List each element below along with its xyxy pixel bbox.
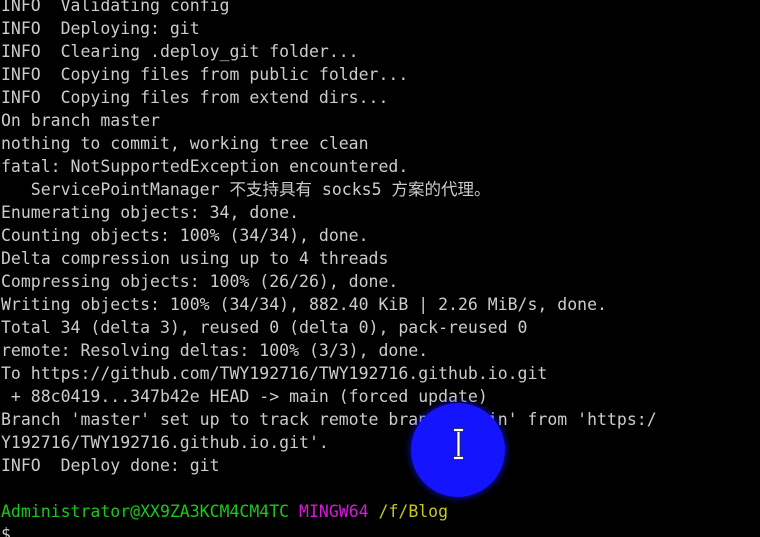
- terminal-line: Counting objects: 100% (34/34), done.: [1, 226, 369, 245]
- prompt-user-host: Administrator@XX9ZA3KCM4CM4TC: [1, 502, 290, 521]
- terminal-line: + 88c0419...347b42e HEAD -> main (forced…: [1, 387, 488, 406]
- terminal-line: INFO Clearing .deploy_git folder...: [1, 42, 359, 61]
- prompt-shell-name: MINGW64: [299, 502, 369, 521]
- prompt-working-directory: /f/Blog: [378, 502, 449, 521]
- terminal-line: Compressing objects: 100% (26/26), done.: [1, 272, 399, 291]
- terminal-line: fatal: NotSupportedException encountered…: [1, 157, 409, 176]
- terminal-line: On branch master: [1, 111, 160, 130]
- terminal-line: Total 34 (delta 3), reused 0 (delta 0), …: [1, 318, 528, 337]
- shell-prompt-line[interactable]: Administrator@XX9ZA3KCM4CM4TC MINGW64 /f…: [0, 500, 760, 523]
- terminal-window[interactable]: INFO Validating config INFO Deploying: g…: [0, 0, 760, 537]
- terminal-output-area[interactable]: INFO Validating config INFO Deploying: g…: [0, 0, 760, 537]
- terminal-line: Branch 'master' set up to track remote b…: [1, 410, 657, 429]
- prompt-space-2: [369, 502, 379, 521]
- terminal-line: Y192716/TWY192716.github.io.git'.: [1, 433, 329, 452]
- terminal-line: remote: Resolving deltas: 100% (3/3), do…: [1, 341, 429, 360]
- terminal-line: Enumerating objects: 34, done.: [1, 203, 300, 222]
- terminal-line: INFO Deploy done: git: [1, 456, 220, 475]
- terminal-line: INFO Validating config: [1, 0, 230, 15]
- terminal-line: INFO Copying files from extend dirs...: [1, 88, 389, 107]
- terminal-line: INFO Copying files from public folder...: [1, 65, 409, 84]
- terminal-line: To https://github.com/TWY192716/TWY19271…: [1, 364, 548, 383]
- shell-prompt-input-line[interactable]: $: [0, 523, 760, 537]
- terminal-line: nothing to commit, working tree clean: [1, 134, 369, 153]
- terminal-line: Writing objects: 100% (34/34), 882.40 Ki…: [1, 295, 607, 314]
- terminal-line: INFO Deploying: git: [1, 19, 200, 38]
- terminal-line: ServicePointManager 不支持具有 socks5 方案的代理。: [1, 180, 491, 199]
- terminal-line: Delta compression using up to 4 threads: [1, 249, 389, 268]
- prompt-symbol: $: [1, 525, 11, 537]
